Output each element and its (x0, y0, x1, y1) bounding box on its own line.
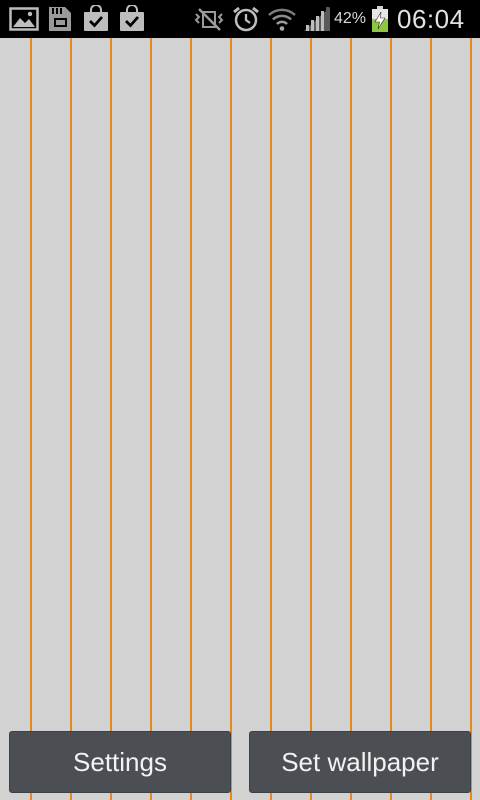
wallpaper-preview (0, 38, 480, 800)
wallpaper-stripe (230, 38, 232, 800)
wallpaper-stripe (30, 38, 32, 800)
battery-charging-icon (372, 6, 388, 32)
clock-time: 06:04 (397, 4, 465, 34)
wallpaper-stripe (150, 38, 152, 800)
settings-button[interactable]: Settings (9, 731, 231, 793)
wallpaper-stripe (70, 38, 72, 800)
set-wallpaper-button[interactable]: Set wallpaper (249, 731, 471, 793)
wallpaper-stripe (270, 38, 272, 800)
settings-button-label: Settings (73, 746, 167, 777)
set-wallpaper-button-label: Set wallpaper (281, 746, 439, 777)
wifi-icon (268, 8, 296, 31)
wallpaper-stripe (390, 38, 392, 800)
shopping-bag-check-icon (84, 5, 108, 31)
sd-card-icon (49, 7, 71, 31)
vibrate-mute-icon (194, 8, 224, 31)
wallpaper-preview-screen: 42% 06:04 Settings Set wallpaper (0, 0, 480, 800)
wallpaper-stripe (110, 38, 112, 800)
image-notification-icon (9, 7, 39, 31)
signal-strength-icon (304, 7, 330, 31)
shopping-bag-check-icon (120, 5, 144, 31)
wallpaper-stripe (470, 38, 472, 800)
battery-percent: 42% (334, 10, 367, 27)
alarm-clock-icon (233, 6, 259, 32)
wallpaper-stripe (190, 38, 192, 800)
status-bar: 42% 06:04 (0, 0, 480, 38)
wallpaper-stripe (310, 38, 312, 800)
wallpaper-stripe (350, 38, 352, 800)
wallpaper-stripe (430, 38, 432, 800)
